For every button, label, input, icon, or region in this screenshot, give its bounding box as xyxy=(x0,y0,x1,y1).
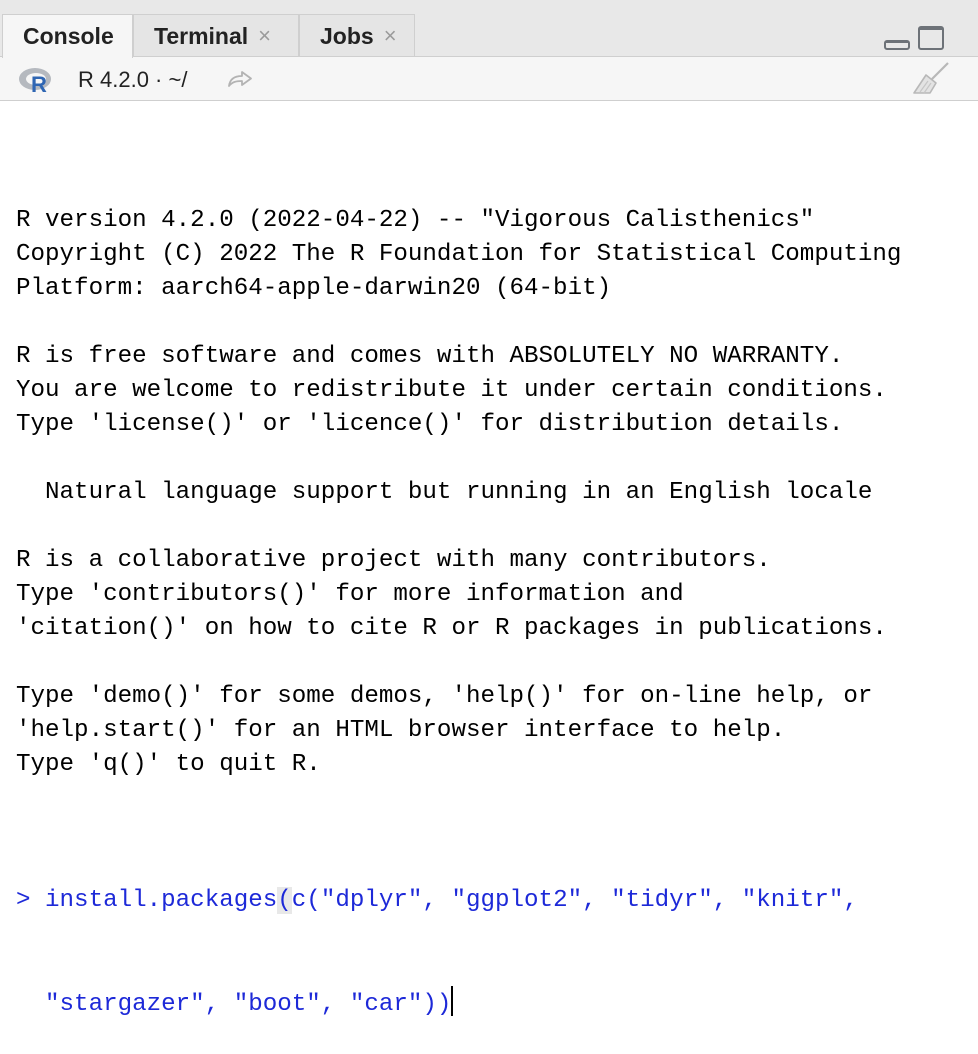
console-output-line: R is free software and comes with ABSOLU… xyxy=(16,343,844,370)
console-toolbar: R R 4.2.0 · ~/ xyxy=(0,57,978,101)
console-output-line: Copyright (C) 2022 The R Foundation for … xyxy=(16,241,902,268)
command-input-line-2[interactable]: "stargazer", "boot", "car")) xyxy=(16,986,978,1020)
startup-message: R version 4.2.0 (2022-04-22) -- "Vigorou… xyxy=(16,204,978,816)
tab-jobs-close-icon[interactable]: × xyxy=(384,23,397,49)
text-cursor xyxy=(451,986,454,1016)
console-output-line: R version 4.2.0 (2022-04-22) -- "Vigorou… xyxy=(16,207,815,234)
command-text-args: c("dplyr", "ggplot2", "tidyr", "knitr", xyxy=(291,887,858,914)
pane-tab-bar: Console Terminal × Jobs × xyxy=(0,0,978,58)
tab-console[interactable]: Console xyxy=(2,14,133,58)
tab-jobs[interactable]: Jobs × xyxy=(299,14,415,57)
console-output-line: 'citation()' on how to cite R or R packa… xyxy=(16,615,887,642)
console-output-line: Type 'demo()' for some demos, 'help()' f… xyxy=(16,683,873,710)
tab-jobs-label: Jobs xyxy=(320,22,374,49)
console-output-line: Type 'q()' to quit R. xyxy=(16,751,321,778)
tab-terminal[interactable]: Terminal × xyxy=(133,14,299,57)
clear-console-broom-icon[interactable] xyxy=(912,61,952,97)
console-output-line: R is a collaborative project with many c… xyxy=(16,547,771,574)
maximize-pane-icon[interactable] xyxy=(918,26,944,50)
console-prompt: > xyxy=(16,887,46,914)
command-text: install.packages xyxy=(45,887,278,914)
minimize-pane-icon[interactable] xyxy=(884,40,910,50)
svg-text:R: R xyxy=(31,72,47,95)
console-output-line: Type 'contributors()' for more informati… xyxy=(16,581,684,608)
tab-console-label: Console xyxy=(23,23,114,49)
r-version-path: R 4.2.0 · ~/ xyxy=(78,67,188,92)
command-text-continued: "stargazer", "boot", "car")) xyxy=(16,991,452,1018)
console-output-line: Type 'license()' or 'licence()' for dist… xyxy=(16,411,844,438)
console-output-line: You are welcome to redistribute it under… xyxy=(16,377,887,404)
matched-paren-highlight: ( xyxy=(277,887,292,914)
go-to-directory-icon[interactable] xyxy=(226,69,254,89)
pane-controls xyxy=(884,26,944,50)
r-logo-icon: R xyxy=(19,68,51,95)
tab-terminal-label: Terminal xyxy=(154,22,249,49)
tab-terminal-close-icon[interactable]: × xyxy=(258,23,271,49)
console-output[interactable]: R version 4.2.0 (2022-04-22) -- "Vigorou… xyxy=(16,136,978,1054)
console-output-line: Natural language support but running in … xyxy=(16,479,873,506)
console-output-line: Platform: aarch64-apple-darwin20 (64-bit… xyxy=(16,275,612,302)
console-output-line: 'help.start()' for an HTML browser inter… xyxy=(16,717,786,744)
command-input-line-1[interactable]: > install.packages(c("dplyr", "ggplot2",… xyxy=(16,884,978,918)
